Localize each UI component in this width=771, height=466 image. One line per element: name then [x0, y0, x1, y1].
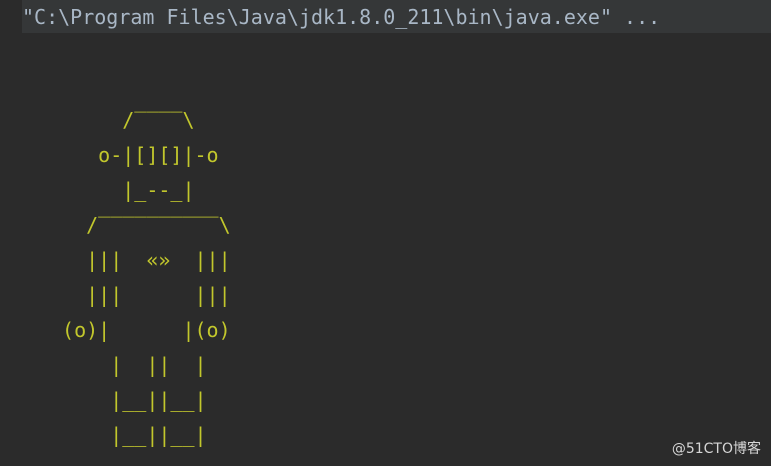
output-line: (o)| |(o) — [50, 318, 231, 342]
output-line: ||| «» ||| — [50, 248, 231, 272]
console-output: /‾‾‾‾\ o-|[][]|-o |_--_| /‾‾‾‾‾‾‾‾‾‾\ ||… — [50, 103, 231, 453]
command-line-text: "C:\Program Files\Java\jdk1.8.0_211\bin\… — [22, 5, 661, 29]
output-line: |__||__| — [50, 423, 207, 447]
output-line: ||| ||| — [50, 283, 231, 307]
output-line: /‾‾‾‾‾‾‾‾‾‾\ — [50, 213, 231, 237]
output-line: |_--_| — [50, 178, 195, 202]
output-line: | || | — [50, 353, 207, 377]
run-console: "C:\Program Files\Java\jdk1.8.0_211\bin\… — [0, 0, 771, 466]
output-line: |__||__| — [50, 388, 207, 412]
watermark: @51CTO博客 — [671, 441, 761, 457]
command-line-bar[interactable]: "C:\Program Files\Java\jdk1.8.0_211\bin\… — [22, 0, 771, 33]
output-line: /‾‾‾‾\ — [50, 108, 195, 132]
output-line: o-|[][]|-o — [50, 143, 219, 167]
